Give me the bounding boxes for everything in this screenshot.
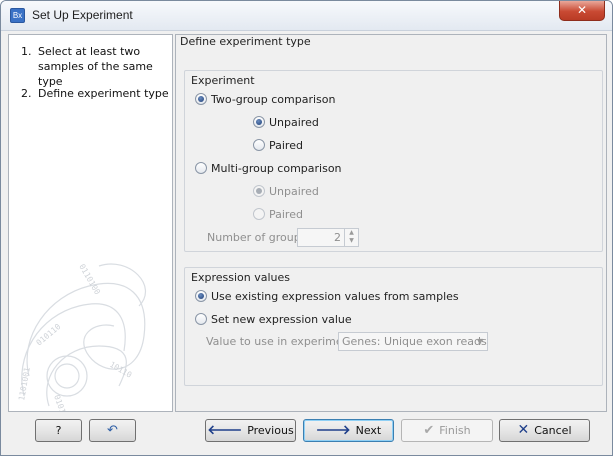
title-bar[interactable]: Bx Set Up Experiment ✕ (1, 1, 612, 31)
radio-disabled-icon (253, 208, 265, 220)
expression-value-dropdown: Genes: Unique exon reads ▼ (338, 332, 488, 351)
cancel-label: Cancel (534, 424, 572, 437)
help-label: ? (55, 424, 62, 437)
steps-panel: 1. Select at least two samples of the sa… (8, 34, 173, 412)
spin-up-icon: ▲ (349, 229, 354, 236)
close-button[interactable]: ✕ (559, 1, 605, 21)
close-icon: ✕ (517, 422, 530, 438)
reset-button[interactable]: ↶ (89, 419, 136, 442)
finish-label: Finish (439, 424, 471, 437)
use-existing-label: Use existing expression values from samp… (211, 290, 459, 303)
svg-text:10110: 10110 (108, 360, 134, 380)
set-new-value-radio[interactable]: Set new expression value (195, 313, 352, 329)
value-to-use-label: Value to use in experiment (206, 335, 354, 348)
experiment-group-title: Experiment (191, 74, 255, 87)
experiment-group: Experiment Two-group comparison Unpaired… (184, 70, 603, 252)
radio-unchecked-icon (195, 313, 207, 325)
app-icon: Bx (10, 8, 25, 23)
checkmark-icon: ✔ (423, 423, 435, 438)
expression-values-group: Expression values Use existing expressio… (184, 267, 603, 386)
step-label: Define experiment type (38, 87, 169, 100)
radio-unchecked-icon (253, 139, 265, 151)
set-new-label: Set new expression value (211, 313, 352, 326)
chevron-down-icon: ▼ (476, 337, 483, 346)
setup-experiment-dialog: Bx Set Up Experiment ✕ 1. Select at leas… (0, 0, 613, 456)
step-number: 1. (21, 45, 32, 58)
two-group-label: Two-group comparison (211, 93, 336, 106)
undo-icon: ↶ (107, 423, 118, 438)
close-icon: ✕ (576, 3, 588, 17)
previous-label: Previous (247, 424, 294, 437)
window-title: Set Up Experiment (32, 8, 133, 22)
main-panel: Define experiment type Experiment Two-gr… (175, 34, 607, 412)
radio-checked-icon (195, 93, 207, 105)
radio-checked-icon (253, 116, 265, 128)
arrow-left-icon: 🡐 (207, 423, 243, 438)
radio-unchecked-icon (195, 162, 207, 174)
multi-group-comparison-radio[interactable]: Multi-group comparison (195, 162, 342, 178)
number-of-groups-spinner: 2 ▲ ▼ (297, 228, 359, 247)
section-title: Define experiment type (180, 35, 311, 48)
two-group-comparison-radio[interactable]: Two-group comparison (195, 93, 335, 109)
help-button[interactable]: ? (35, 419, 82, 442)
step-number: 2. (21, 87, 32, 100)
finish-button: ✔ Finish (401, 419, 493, 442)
unpaired-radio[interactable]: Unpaired (253, 116, 319, 132)
radio-checked-icon (195, 290, 207, 302)
paired-label: Paired (269, 139, 303, 152)
arrow-right-icon: 🡒 (315, 423, 351, 438)
multi-paired-radio: Paired (253, 208, 303, 224)
previous-button[interactable]: 🡐 Previous (205, 419, 296, 442)
number-of-groups-value: 2 (334, 231, 341, 244)
use-existing-values-radio[interactable]: Use existing expression values from samp… (195, 290, 459, 306)
unpaired-label: Unpaired (269, 116, 319, 129)
svg-text:010110: 010110 (35, 322, 63, 348)
paired-radio[interactable]: Paired (253, 139, 303, 155)
multi-unpaired-label: Unpaired (269, 185, 319, 198)
cancel-button[interactable]: ✕ Cancel (499, 419, 590, 442)
expression-value-selected: Genes: Unique exon reads (342, 335, 487, 348)
radio-disabled-checked-icon (253, 185, 265, 197)
number-of-groups-label: Number of groups (207, 231, 307, 244)
expression-group-title: Expression values (191, 271, 290, 284)
spin-down-icon: ▼ (349, 237, 354, 244)
multi-unpaired-radio: Unpaired (253, 185, 319, 201)
next-label: Next (355, 424, 382, 437)
multi-group-label: Multi-group comparison (211, 162, 342, 175)
svg-text:1101001: 1101001 (17, 366, 32, 401)
binary-swirl-watermark: 0110100 010110 1101001 10110 0101 (17, 263, 146, 411)
svg-text:0110100: 0110100 (77, 263, 102, 297)
multi-paired-label: Paired (269, 208, 303, 221)
step-label: Select at least two samples of the same … (38, 45, 153, 88)
next-button[interactable]: 🡒 Next (303, 419, 394, 442)
